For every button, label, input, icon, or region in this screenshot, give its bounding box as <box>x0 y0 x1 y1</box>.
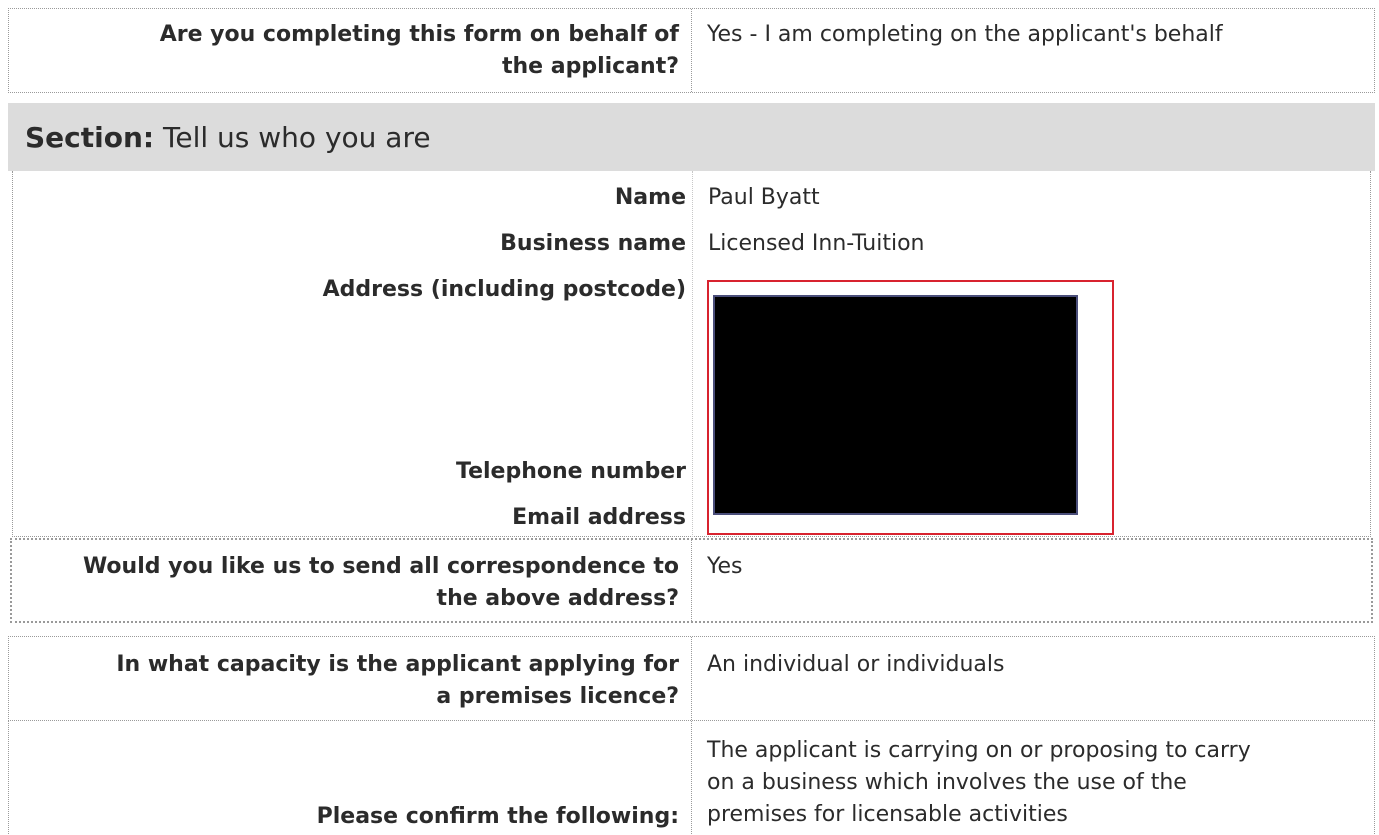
telephone-label: Telephone number <box>455 459 686 484</box>
capacity-question: In what capacity is the applicant applyi… <box>9 637 692 720</box>
correspondence-answer: Yes <box>707 554 743 579</box>
business-name-value: Licensed Inn-Tuition <box>708 231 925 256</box>
who-you-are-block <box>12 171 1371 537</box>
redacted-contact-details <box>713 295 1078 515</box>
behalf-question: Are you completing this form on behalf o… <box>9 9 692 92</box>
name-label: Name <box>614 185 686 210</box>
section-header: Section: Tell us who you are <box>8 103 1375 171</box>
correspondence-question: Would you like us to send all correspond… <box>12 540 692 621</box>
capacity-row: In what capacity is the applicant applyi… <box>8 636 1375 721</box>
name-value: Paul Byatt <box>708 185 820 210</box>
confirm-question: Please confirm the following: <box>9 721 692 835</box>
confirm-answer: The applicant is carrying on or proposin… <box>707 738 1251 827</box>
behalf-row: Are you completing this form on behalf o… <box>8 8 1375 93</box>
section-prefix: Section: <box>25 121 155 154</box>
business-name-label: Business name <box>500 231 686 256</box>
capacity-answer: An individual or individuals <box>707 652 1005 677</box>
section-name: Tell us who you are <box>163 121 431 154</box>
confirm-row: Please confirm the following: The applic… <box>8 720 1375 835</box>
correspondence-row: Would you like us to send all correspond… <box>10 538 1373 623</box>
section-title: Section: Tell us who you are <box>25 120 431 156</box>
behalf-answer: Yes - I am completing on the applicant's… <box>707 22 1223 47</box>
email-label: Email address <box>512 505 686 530</box>
address-label: Address (including postcode) <box>322 277 686 302</box>
